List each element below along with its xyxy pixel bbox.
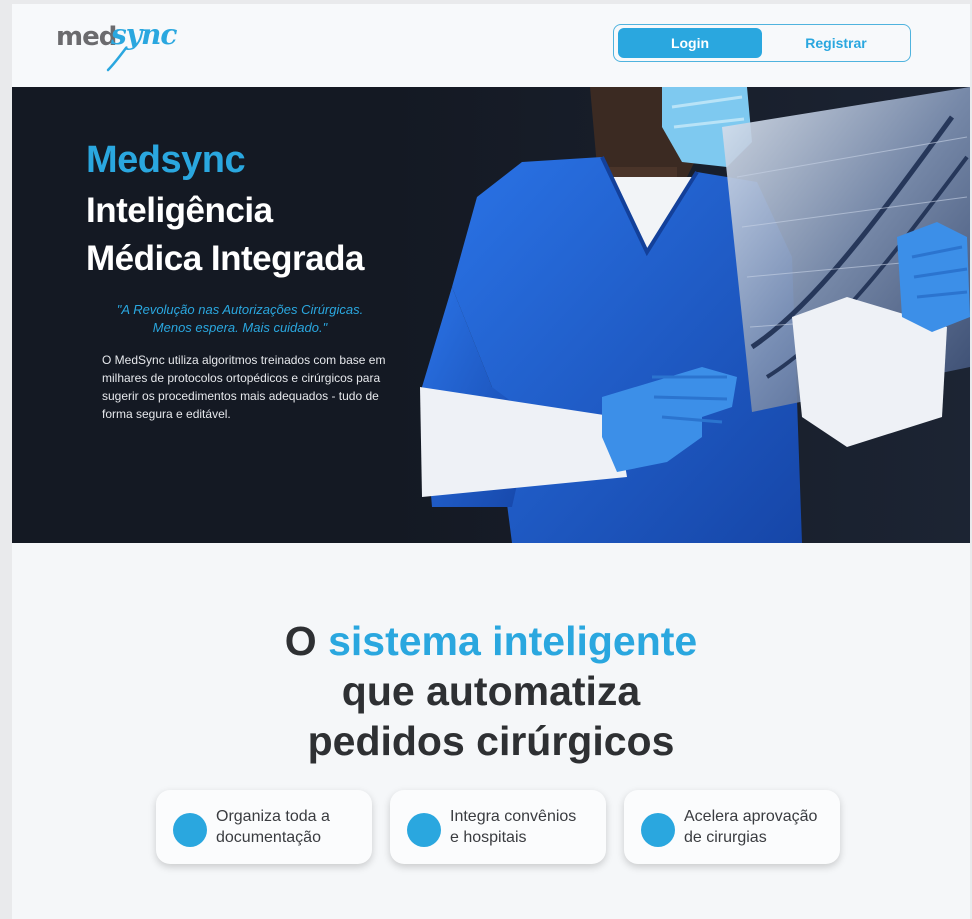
logo-swoosh-icon <box>106 46 128 72</box>
hero-quote-line-2: Menos espera. Mais cuidado." <box>152 320 328 335</box>
section-title-line-3: pedidos cirúrgicos <box>307 718 675 764</box>
section-title-accent: sistema inteligente <box>328 618 698 664</box>
page: med sync Login Registrar Medsync Intelig… <box>12 4 970 919</box>
feature-card-integration: Integra convênios e hospitais <box>390 790 606 864</box>
feature-card-text: Organiza toda a documentação <box>216 806 366 848</box>
section-title: O sistema inteligente que automatiza ped… <box>12 616 970 766</box>
hero-description: O MedSync utiliza algoritmos treinados c… <box>102 353 386 421</box>
medsync-logo[interactable]: med sync <box>56 18 177 74</box>
feature-card-text: Integra convênios e hospitais <box>450 806 600 848</box>
blue-circle-icon <box>407 813 441 847</box>
feature-line-2: de cirurgias <box>684 829 767 846</box>
feature-line-2: e hospitais <box>450 829 527 846</box>
auth-switch: Login Registrar <box>613 24 911 62</box>
feature-line-1: Acelera aprovação <box>684 808 818 825</box>
feature-line-1: Integra convênios <box>450 808 577 825</box>
hero-quote-line-1: "A Revolução nas Autorizações Cirúrgicas… <box>116 302 364 317</box>
feature-line-1: Organiza toda a <box>216 808 330 825</box>
feature-line-2: documentação <box>216 829 321 846</box>
feature-card-approval: Acelera aprovação de cirurgias <box>624 790 840 864</box>
hero-quote: "A Revolução nas Autorizações Cirúrgicas… <box>90 301 390 337</box>
feature-card-text: Acelera aprovação de cirurgias <box>684 806 834 848</box>
hero-title-line-1: Inteligência <box>86 191 273 230</box>
site-header: med sync Login Registrar <box>12 4 970 87</box>
login-button[interactable]: Login <box>618 28 762 58</box>
register-button[interactable]: Registrar <box>764 28 908 58</box>
blue-circle-icon <box>173 813 207 847</box>
hero-title-line-2: Médica Integrada <box>86 239 364 278</box>
hero-brand: Medsync <box>86 139 246 181</box>
section-title-line-2: que automatiza <box>341 668 641 714</box>
doctor-xray-illustration <box>392 87 970 543</box>
section-title-lead: O <box>284 618 329 664</box>
hero-banner: Medsync Inteligência Médica Integrada "A… <box>12 87 970 543</box>
blue-circle-icon <box>641 813 675 847</box>
feature-card-documentation: Organiza toda a documentação <box>156 790 372 864</box>
